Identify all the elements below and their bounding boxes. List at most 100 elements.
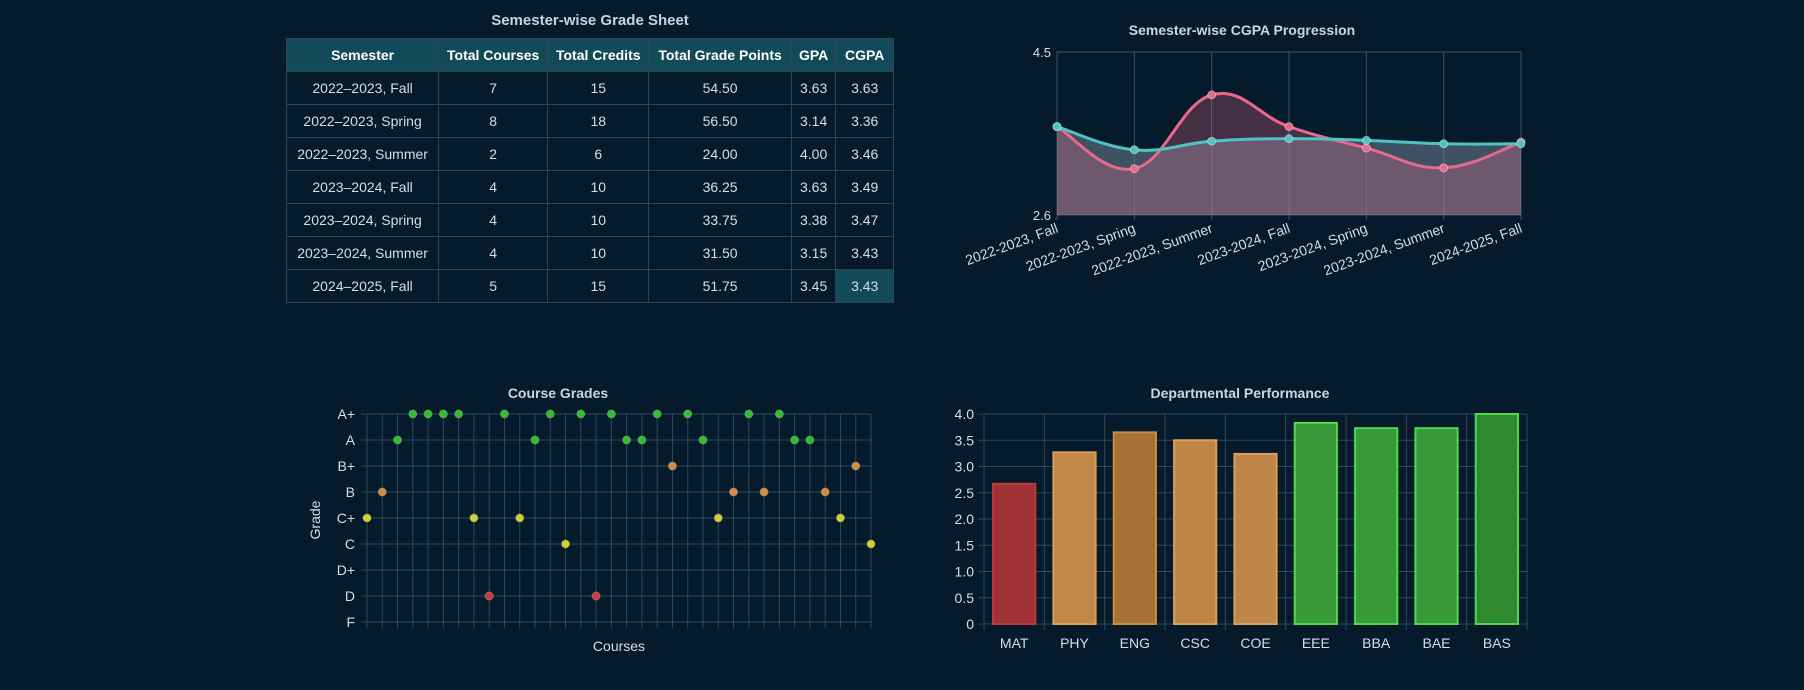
cell-cgpa: 3.46 [835, 137, 894, 171]
table-row: 2023–2024, Fall 4 10 36.25 3.63 3.49 [285, 170, 894, 204]
grade-point [606, 409, 616, 419]
bar-phy [1052, 451, 1097, 625]
cell-cgpa: 3.43 [835, 269, 894, 303]
bar-eng [1112, 431, 1157, 625]
cell-total-courses: 8 [438, 104, 549, 138]
series-point [1361, 135, 1371, 145]
cell-total-credits: 10 [547, 203, 650, 237]
series-point [1129, 145, 1139, 155]
grade-point [622, 435, 632, 445]
bar-bba [1354, 427, 1399, 625]
cgpa-chart-title: Semester-wise CGPA Progression [1129, 22, 1355, 38]
series-point [1207, 90, 1217, 100]
y-tick-label: 2.5 [955, 485, 975, 501]
x-tick-label: BBA [1362, 635, 1391, 651]
x-tick-label: COE [1240, 635, 1270, 651]
y-tick-label: 0.5 [955, 590, 975, 606]
series-point [1207, 136, 1217, 146]
cell-gpa: 3.45 [790, 269, 837, 303]
grade-point [774, 409, 784, 419]
y-tick-label: 4.0 [955, 406, 975, 422]
series-point [1516, 139, 1526, 149]
cell-semester: 2023–2024, Spring [285, 203, 440, 237]
grade-point [530, 435, 540, 445]
cell-total-credits: 10 [547, 236, 650, 270]
cell-total-courses: 2 [438, 137, 549, 171]
y-tick-label: D [345, 588, 355, 604]
cell-semester: 2024–2025, Fall [285, 269, 440, 303]
series-point [1284, 122, 1294, 132]
cell-gpa: 3.14 [790, 104, 837, 138]
cell-semester: 2023–2024, Summer [285, 236, 440, 270]
grade-point [637, 435, 647, 445]
y-tick-label: 4.5 [1033, 45, 1051, 60]
grade-point [713, 513, 723, 523]
header-cgpa: CGPA [835, 38, 894, 72]
cell-total-credits: 6 [547, 137, 650, 171]
y-tick-label: A [346, 432, 356, 448]
grade-point [561, 539, 571, 549]
series-point [1439, 139, 1449, 149]
header-semester: Semester [285, 38, 440, 72]
table-row: 2023–2024, Summer 4 10 31.50 3.15 3.43 [285, 236, 894, 270]
x-tick-label: ENG [1120, 635, 1150, 651]
grade-point [576, 409, 586, 419]
bar-mat [992, 482, 1037, 625]
course-grades-grid [361, 413, 872, 628]
y-tick-label: 1.0 [955, 564, 975, 580]
bar-coe [1233, 452, 1278, 626]
y-tick-label: 0 [966, 616, 974, 632]
course-grades-xlabel: Courses [593, 638, 645, 654]
bar-csc [1173, 439, 1218, 625]
grade-point [851, 461, 861, 471]
table-row: 2022–2023, Fall 7 15 54.50 3.63 3.63 [285, 71, 894, 105]
grade-point [515, 513, 525, 523]
table-row: 2024–2025, Fall 5 15 51.75 3.45 3.43 [285, 269, 894, 303]
cell-total-courses: 5 [438, 269, 549, 303]
cell-cgpa: 3.63 [835, 71, 894, 105]
grade-point [790, 435, 800, 445]
series-point [1284, 134, 1294, 144]
course-grades-points [362, 409, 876, 601]
cell-gpa: 4.00 [790, 137, 837, 171]
x-tick-label: BAS [1483, 635, 1511, 651]
grade-point [698, 435, 708, 445]
grade-point [835, 513, 845, 523]
cell-total-grade-points: 24.00 [648, 137, 792, 171]
cell-total-grade-points: 51.75 [648, 269, 792, 303]
cell-semester: 2022–2023, Fall [285, 71, 440, 105]
header-total-credits: Total Credits [547, 38, 650, 72]
cell-total-courses: 4 [438, 236, 549, 270]
cell-total-grade-points: 33.75 [648, 203, 792, 237]
y-tick-label: 1.5 [955, 537, 975, 553]
grade-point [820, 487, 830, 497]
table-row: 2023–2024, Spring 4 10 33.75 3.38 3.47 [285, 203, 894, 237]
cell-gpa: 3.38 [790, 203, 837, 237]
y-tick-label: 2.6 [1033, 208, 1051, 223]
grade-point [866, 539, 876, 549]
bar-bae [1414, 427, 1459, 625]
series-point [1052, 122, 1062, 132]
table-row: 2022–2023, Spring 8 18 56.50 3.14 3.36 [285, 104, 894, 138]
grade-point [499, 409, 509, 419]
table-header-row: Semester Total Courses Total Credits Tot… [285, 38, 894, 72]
cell-total-grade-points: 54.50 [648, 71, 792, 105]
y-tick-label: C [345, 536, 355, 552]
cell-cgpa: 3.36 [835, 104, 894, 138]
bar-eee [1293, 421, 1338, 625]
cell-total-credits: 10 [547, 170, 650, 204]
cell-cgpa: 3.43 [835, 236, 894, 270]
y-tick-label: D+ [337, 562, 355, 578]
grade-point [454, 409, 464, 419]
course-grades-chart: Course Grades FD D+ C C+ B B+ A A+ Courses Grad… [307, 385, 876, 654]
y-tick-label: A+ [337, 406, 355, 422]
y-tick-label: F [346, 614, 355, 630]
cell-total-grade-points: 31.50 [648, 236, 792, 270]
grade-point [591, 591, 601, 601]
grade-point [438, 409, 448, 419]
cell-gpa: 3.63 [790, 71, 837, 105]
dept-bars [992, 413, 1519, 626]
x-tick-label: CSC [1180, 635, 1210, 651]
bar-bas [1474, 413, 1519, 625]
header-total-grade-points: Total Grade Points [648, 38, 792, 72]
